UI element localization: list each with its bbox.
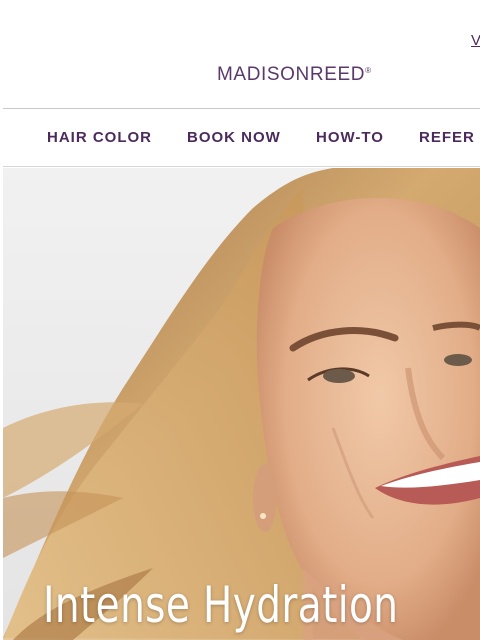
page: V MADISONREED® HAIR COLOR BOOK NOW HOW-T… <box>0 0 480 640</box>
nav-item-refer[interactable]: REFER <box>419 129 475 146</box>
logo-text-reed: REED <box>309 64 366 85</box>
nav-item-book-now[interactable]: BOOK NOW <box>187 129 281 146</box>
logo-registered-mark: ® <box>365 66 372 75</box>
main-nav: HAIR COLOR BOOK NOW HOW-TO REFER <box>3 109 480 167</box>
logo-text-madison: MADISON <box>217 64 310 85</box>
nav-item-hair-color[interactable]: HAIR COLOR <box>47 129 152 146</box>
top-account-link[interactable]: V <box>471 32 480 49</box>
hero-photo <box>3 168 480 640</box>
hero-banner[interactable]: Intense Hydration <box>3 168 480 640</box>
hero-title: Intense Hydration <box>43 576 399 634</box>
nav-item-how-to[interactable]: HOW-TO <box>316 129 384 146</box>
madison-reed-logo[interactable]: MADISONREED® <box>217 64 372 88</box>
